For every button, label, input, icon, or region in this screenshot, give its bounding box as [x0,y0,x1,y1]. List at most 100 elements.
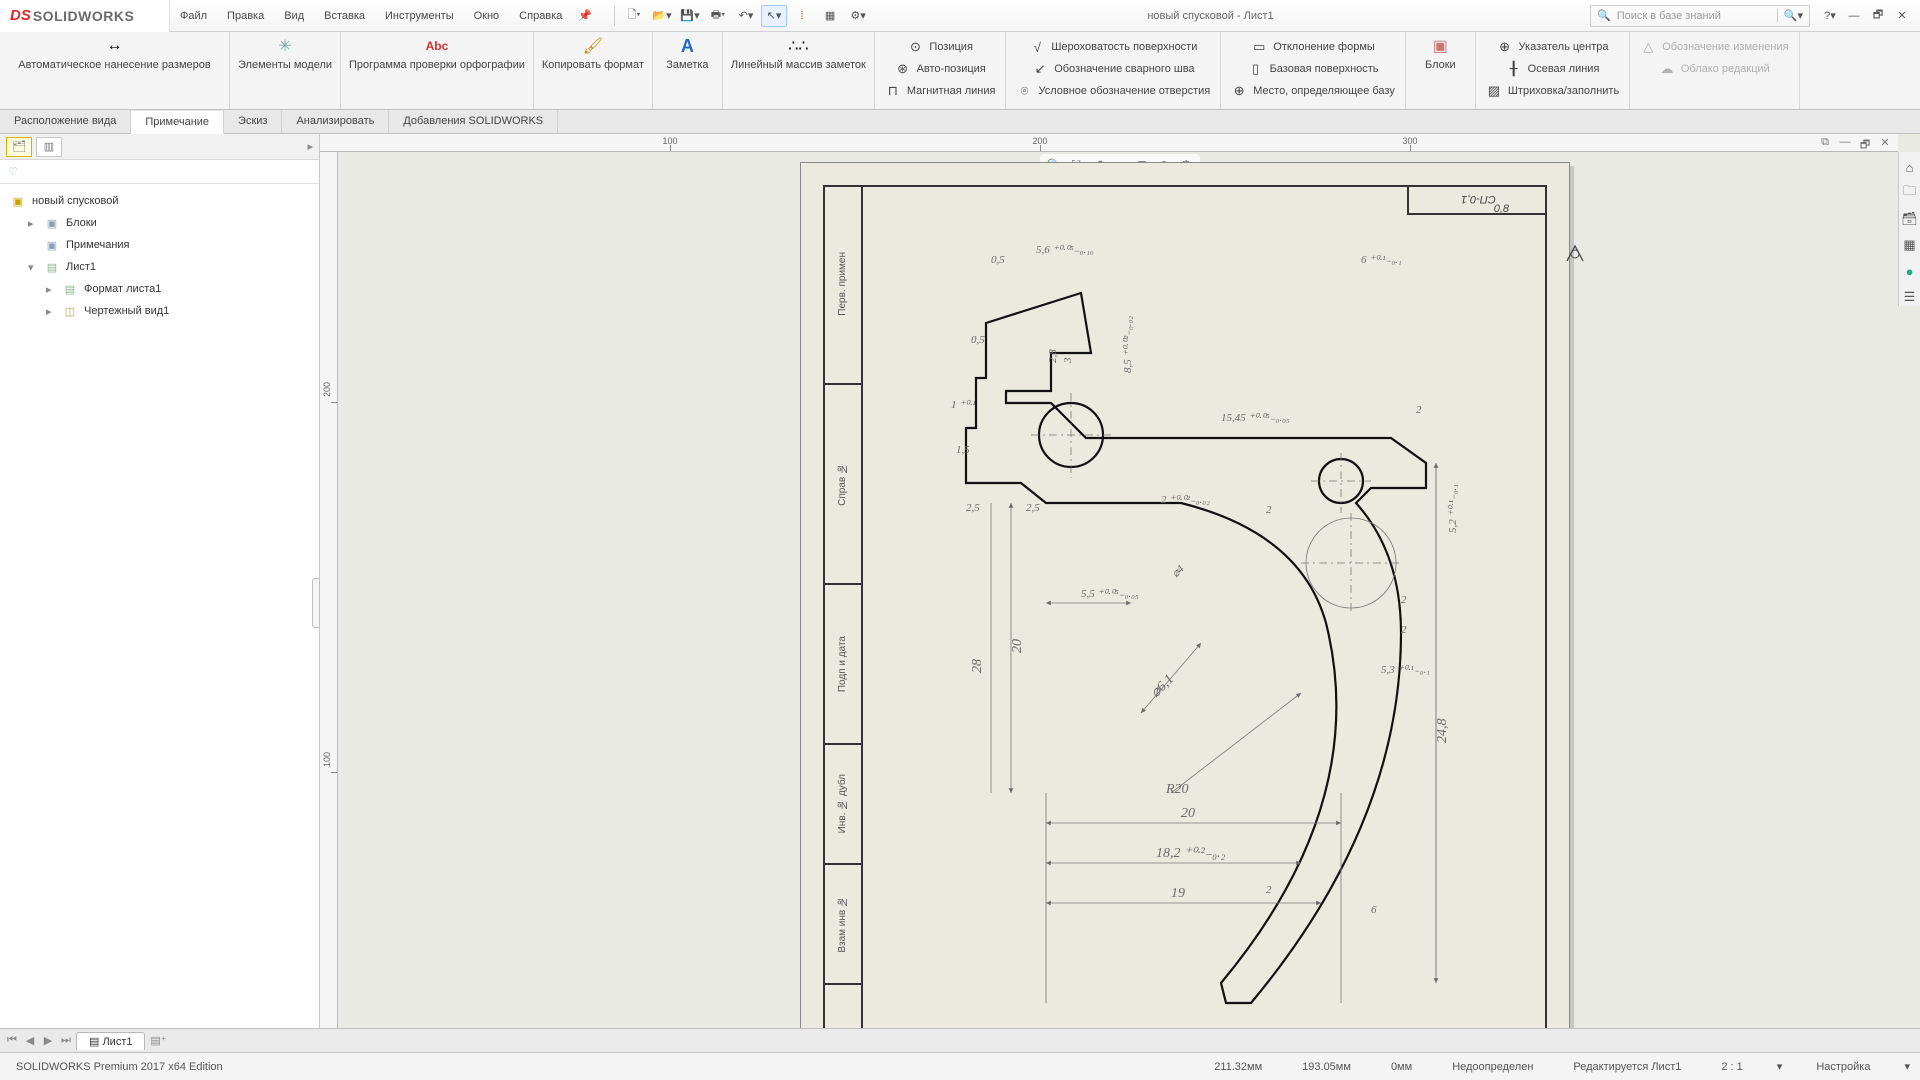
svg-text:15,45 ⁺⁰·⁰⁵₋₀.₀₅: 15,45 ⁺⁰·⁰⁵₋₀.₀₅ [1221,412,1290,424]
magnetic-line-button[interactable]: ⊓Магнитная линия [885,80,996,102]
tree-sheet-format[interactable]: ▸ ▤ Формат листа1 [10,278,315,300]
status-customize[interactable]: Настройка [1810,1061,1876,1073]
panel-flyout-icon[interactable]: ▸ [307,140,313,153]
status-bar: SOLIDWORKS Premium 2017 x64 Edition 211.… [0,1052,1920,1080]
expand-icon[interactable]: ▸ [46,305,56,318]
save-button[interactable]: 💾▾ [677,5,703,27]
tree-drawing-view1[interactable]: ▸ ◫ Чертежный вид1 [10,300,315,322]
svg-text:24,8: 24,8 [1435,719,1450,744]
smart-dimension-button[interactable]: ↔Автоматическое нанесение размеров [0,32,230,109]
surface-group: √Шероховатость поверхности ↙Обозначение … [1006,32,1221,109]
print-button[interactable]: 🖶▾ [705,5,731,27]
home-icon[interactable]: ⌂ [1901,158,1919,176]
new-button[interactable]: 🗋▾ [621,5,647,27]
datum-feature-button[interactable]: ▯Базовая поверхность [1248,58,1379,80]
resources-icon[interactable]: 🗀 [1901,184,1919,202]
note-button[interactable]: AЗаметка [653,32,723,109]
menu-file[interactable]: Файл [170,0,217,32]
side-label: Справ № [837,463,848,506]
select-button[interactable]: ↖▾ [761,5,787,27]
filter-icon: ♡ [8,165,18,178]
expand-icon[interactable]: ▾ [28,261,38,274]
settings-button[interactable]: ⚙▾ [845,5,871,27]
mdi-minimize-icon[interactable]: — [1836,136,1854,152]
svg-text:2,8: 2,8 [1047,349,1059,363]
menu-help[interactable]: Справка [509,0,572,32]
pin-icon[interactable]: 📌 [578,9,592,22]
graphics-area[interactable]: 100 200 300 200 100 ⧉ — 🗗 ✕ 🔍 ⛶ ↺ ◐ ▢ ◎ … [320,134,1920,1028]
property-tab[interactable]: ▥ [36,137,62,157]
tab-evaluate[interactable]: Анализировать [282,110,389,133]
geometric-tolerance-button[interactable]: ▭Отклонение формы [1251,36,1375,58]
status-mode: Редактируется Лист1 [1567,1061,1687,1073]
datum-target-button[interactable]: ⊕Место, определяющее базу [1231,80,1395,102]
search-input[interactable]: 🔍 Поиск в базе знаний 🔍▾ [1590,5,1810,27]
status-scale-dropdown-icon[interactable]: ▾ [1777,1060,1783,1073]
tree-root[interactable]: ▣ новый спусковой [10,190,315,212]
minimize-button[interactable]: — [1844,10,1864,22]
expand-icon[interactable]: ▸ [28,217,38,230]
add-sheet-button[interactable]: ▤⁺ [147,1034,169,1047]
tab-sketch[interactable]: Эскиз [224,110,282,133]
panel-splitter-handle[interactable] [312,578,320,628]
hole-callout-button[interactable]: ⌾Условное обозначение отверстия [1016,80,1210,102]
library-icon[interactable]: 🗃 [1901,210,1919,228]
sheet-nav-prev[interactable]: ◀ [22,1034,38,1047]
model-items-button[interactable]: ✳Элементы модели [230,32,341,109]
center-mark-button[interactable]: ⊕Указатель центра [1497,36,1609,58]
search-dropdown-icon[interactable]: 🔍▾ [1777,9,1803,22]
tree-filter[interactable]: ♡ [0,160,319,184]
menu-window[interactable]: Окно [464,0,510,32]
appearances-icon[interactable]: ● [1901,262,1919,280]
open-button[interactable]: 📂▾ [649,5,675,27]
feature-tree: ▣ новый спусковой ▸ ▣ Блоки ▣ Примечания… [0,184,319,328]
blocks-button[interactable]: ▣Блоки [1406,32,1476,109]
close-button[interactable]: ✕ [1892,9,1912,22]
tab-addins[interactable]: Добавления SOLIDWORKS [389,110,558,133]
sheet-tab-1[interactable]: ▤ Лист1 [76,1032,145,1050]
svg-text:0,5: 0,5 [971,334,985,346]
rebuild-button[interactable]: ⁞ [789,5,815,27]
options-button[interactable]: ▦ [817,5,843,27]
sheet-nav-next[interactable]: ▶ [40,1034,56,1047]
status-scale[interactable]: 2 : 1 [1715,1061,1748,1073]
tab-annotation[interactable]: Примечание [131,111,224,134]
help-button[interactable]: ?▾ [1820,9,1840,22]
menu-edit[interactable]: Правка [217,0,274,32]
auto-balloon-button[interactable]: ⊛Авто-позиция [895,58,986,80]
mdi-restore-icon[interactable]: 🗗 [1856,136,1874,152]
note-pattern-button[interactable]: ∴∴Линейный массив заметок [723,32,875,109]
custom-props-icon[interactable]: ☰ [1901,288,1919,306]
status-customize-dropdown-icon[interactable]: ▾ [1904,1060,1910,1073]
side-title-cells: Перв. примен Справ № Подп и дата Инв. № … [823,185,863,1028]
menu-tools[interactable]: Инструменты [375,0,464,32]
expand-icon[interactable]: ▸ [46,283,56,296]
spell-check-button[interactable]: AbcПрограмма проверки орфографии [341,32,534,109]
mdi-close-icon[interactable]: ✕ [1876,136,1894,152]
centerline-button[interactable]: ╂Осевая линия [1506,58,1600,80]
sheet-nav-last[interactable]: ⏭ [58,1034,74,1047]
tree-blocks[interactable]: ▸ ▣ Блоки [10,212,315,234]
menu-view[interactable]: Вид [274,0,314,32]
svg-text:5,5 ⁺⁰·⁰⁵₋₀.₀₅: 5,5 ⁺⁰·⁰⁵₋₀.₀₅ [1081,588,1139,600]
sheet-nav-first[interactable]: ⏮ [4,1034,20,1047]
restore-button[interactable]: 🗗 [1868,6,1888,25]
undo-button[interactable]: ↶▾ [733,5,759,27]
revision-group: △Обозначение изменения ☁Облако редакций [1630,32,1799,109]
balloon-button[interactable]: ⊙Позиция [907,36,973,58]
sheet-icon: ▤ [62,283,78,296]
tab-view-layout[interactable]: Расположение вида [0,110,131,133]
tree-annotations[interactable]: ▣ Примечания [10,234,315,256]
menu-insert[interactable]: Вставка [314,0,375,32]
area-hatch-button[interactable]: ▨Штриховка/заполнить [1486,80,1619,102]
format-painter-button[interactable]: 🖌Копировать формат [534,32,653,109]
side-label: Подп и дата [837,636,848,692]
ribbon: ↔Автоматическое нанесение размеров ✳Элем… [0,32,1920,110]
view-palette-icon[interactable]: ▦ [1901,236,1919,254]
surface-finish-button[interactable]: √Шероховатость поверхности [1029,36,1197,58]
mdi-new-window-icon[interactable]: ⧉ [1816,136,1834,152]
feature-tree-tab[interactable]: 🗂 [6,137,32,157]
tree-sheet1[interactable]: ▾ ▤ Лист1 [10,256,315,278]
weld-symbol-button[interactable]: ↙Обозначение сварного шва [1032,58,1194,80]
drawing-sheet[interactable]: СП-0,1 Перв. примен Справ № Подп и дата … [800,162,1570,1028]
